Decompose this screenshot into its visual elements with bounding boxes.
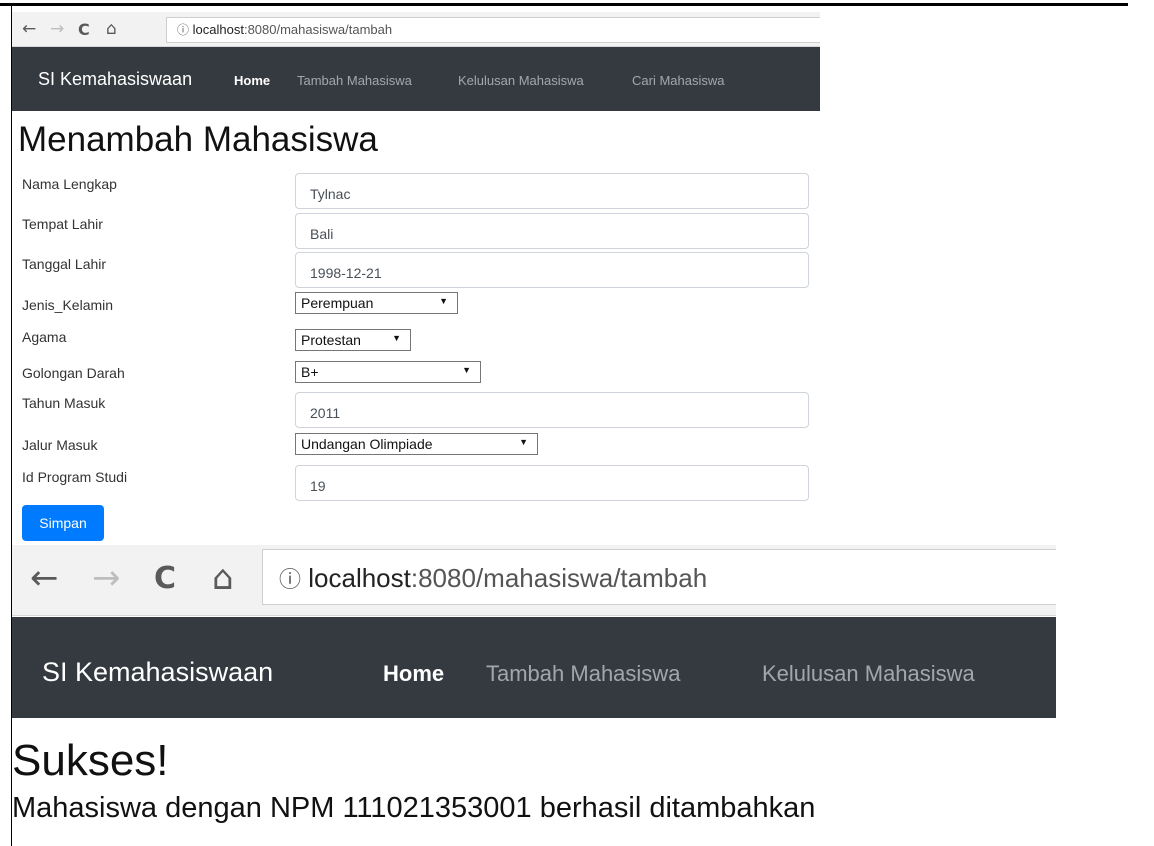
- tanggal-lahir-label: Tanggal Lahir: [22, 256, 107, 272]
- jenis-kelamin-label: Jenis_Kelamin: [22, 297, 114, 313]
- tahun-masuk-input[interactable]: 2011: [295, 392, 809, 428]
- success-heading: Sukses!: [12, 736, 169, 785]
- screenshot-success: ← → C ⌂ ⓘ localhost:8080/mahasiswa/tamba…: [12, 545, 1056, 824]
- nav-tambah-mahasiswa[interactable]: Tambah Mahasiswa: [486, 661, 680, 687]
- dropdown-arrow-icon: ▼: [392, 333, 401, 343]
- dropdown-arrow-icon: ▼: [519, 437, 528, 447]
- nama-lengkap-label: Nama Lengkap: [22, 176, 117, 192]
- golongan-darah-label: Golongan Darah: [22, 365, 125, 381]
- forward-arrow-icon[interactable]: →: [92, 558, 121, 598]
- simpan-button[interactable]: Simpan: [22, 505, 104, 541]
- agama-select[interactable]: Protestan ▼: [295, 329, 411, 351]
- add-student-form: Nama Lengkap Tylnac Tempat Lahir Bali Ta…: [12, 0, 820, 846]
- success-message: Mahasiswa dengan NPM 111021353001 berhas…: [12, 792, 816, 824]
- agama-label: Agama: [22, 329, 67, 345]
- dropdown-arrow-icon: ▼: [462, 365, 471, 375]
- golongan-darah-select[interactable]: B+ ▼: [295, 361, 481, 383]
- address-host: localhost: [308, 563, 411, 593]
- nama-lengkap-input[interactable]: Tylnac: [295, 173, 809, 209]
- back-arrow-icon[interactable]: ←: [30, 558, 59, 598]
- dropdown-arrow-icon: ▼: [439, 296, 448, 306]
- agama-value: Protestan: [301, 332, 361, 348]
- navbar: SI Kemahasiswaan Home Tambah Mahasiswa K…: [12, 617, 1056, 718]
- jalur-masuk-select[interactable]: Undangan Olimpiade ▼: [295, 433, 538, 455]
- address-bar[interactable]: ⓘ localhost:8080/mahasiswa/tambah: [262, 549, 1056, 605]
- browser-toolbar: ← → C ⌂ ⓘ localhost:8080/mahasiswa/tamba…: [12, 545, 1056, 616]
- reload-icon[interactable]: C: [154, 561, 176, 596]
- tanggal-lahir-input[interactable]: 1998-12-21: [295, 252, 809, 288]
- tempat-lahir-input[interactable]: Bali: [295, 213, 809, 249]
- home-icon[interactable]: ⌂: [212, 558, 234, 598]
- nav-kelulusan-mahasiswa[interactable]: Kelulusan Mahasiswa: [762, 661, 975, 687]
- jenis-kelamin-value: Perempuan: [301, 295, 374, 311]
- jenis-kelamin-select[interactable]: Perempuan ▼: [295, 292, 458, 314]
- golongan-darah-value: B+: [301, 364, 319, 380]
- tahun-masuk-label: Tahun Masuk: [22, 395, 106, 411]
- navbar-brand[interactable]: SI Kemahasiswaan: [42, 657, 273, 688]
- jalur-masuk-value: Undangan Olimpiade: [301, 436, 433, 452]
- jalur-masuk-label: Jalur Masuk: [22, 437, 98, 453]
- info-icon[interactable]: ⓘ: [279, 567, 301, 592]
- id-program-studi-input[interactable]: 19: [295, 465, 809, 501]
- tempat-lahir-label: Tempat Lahir: [22, 216, 103, 232]
- address-path: :8080/mahasiswa/tambah: [410, 563, 708, 593]
- nav-home[interactable]: Home: [383, 661, 444, 687]
- id-program-studi-label: Id Program Studi: [22, 469, 128, 485]
